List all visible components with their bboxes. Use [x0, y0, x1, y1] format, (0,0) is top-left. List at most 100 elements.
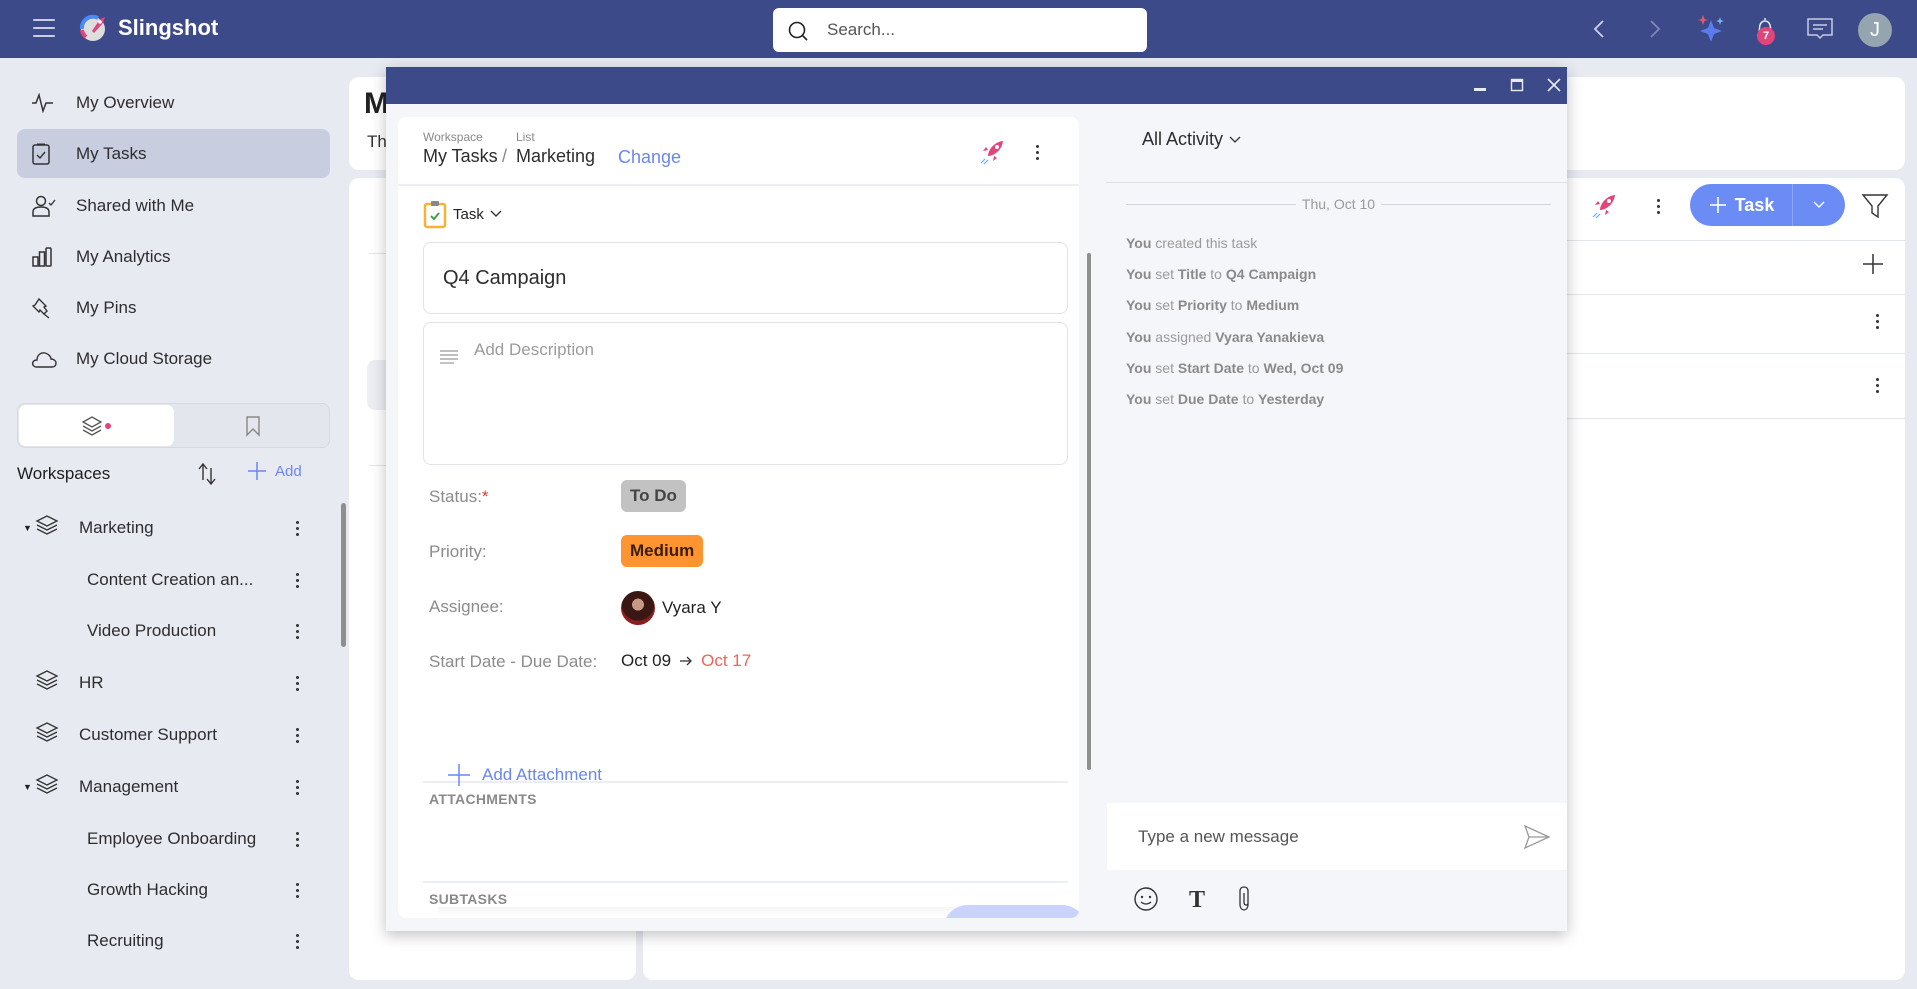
more-options-icon[interactable] [287, 570, 307, 590]
sidebar-item-shared-with-me[interactable]: Shared with Me [17, 181, 330, 230]
caret-down-icon[interactable]: ▼ [23, 523, 33, 533]
list-item-recruiting[interactable]: Recruiting [17, 919, 317, 963]
form-scrollbar[interactable] [1087, 253, 1091, 770]
list-item-content-creation[interactable]: Content Creation an... [17, 558, 317, 602]
sidebar-item-my-pins[interactable]: My Pins [17, 283, 330, 332]
more-options-icon[interactable] [287, 673, 307, 693]
search-box[interactable] [773, 8, 1147, 52]
add-workspace-button[interactable]: Add [247, 461, 302, 481]
emoji-icon[interactable] [1133, 886, 1159, 912]
priority-badge[interactable]: Medium [621, 535, 704, 567]
workspace-item-marketing[interactable]: ▼ Marketing [17, 506, 317, 550]
rocket-icon[interactable] [978, 138, 1006, 171]
back-icon[interactable] [1584, 14, 1614, 44]
list-value: Marketing [516, 146, 596, 166]
row-more-options-icon[interactable] [1867, 311, 1887, 331]
workspace-item-customer-support[interactable]: Customer Support [17, 713, 317, 757]
assignee-name: Vyara Y [662, 598, 722, 617]
description-field[interactable] [423, 322, 1068, 465]
activity-entry: You created this task [1126, 235, 1258, 251]
assignee-selector[interactable]: Vyara Y [621, 591, 722, 625]
workspace-value: My Tasks [423, 146, 498, 166]
search-input[interactable] [827, 8, 1127, 52]
list-item-growth-hacking[interactable]: Growth Hacking [17, 868, 317, 912]
attach-icon[interactable] [1237, 885, 1253, 913]
messages-icon[interactable] [1805, 14, 1835, 44]
message-toolbar: T [1133, 885, 1253, 913]
new-task-button[interactable]: Task [1690, 184, 1845, 226]
text-format-icon[interactable]: T [1187, 887, 1209, 911]
rocket-icon[interactable] [1590, 192, 1618, 225]
more-options-icon[interactable] [287, 829, 307, 849]
date-range[interactable]: Oct 09 Oct 17 [621, 651, 751, 671]
activity-filter-dropdown[interactable]: All Activity [1142, 129, 1241, 150]
layers-icon [35, 773, 61, 801]
list-item-video-production[interactable]: Video Production [17, 609, 317, 653]
bookmarks-tab[interactable] [176, 405, 329, 446]
more-options-icon[interactable] [287, 777, 307, 797]
row-more-options-icon[interactable] [1867, 375, 1887, 395]
sidebar-item-label: My Pins [76, 297, 137, 317]
filter-icon[interactable] [1861, 193, 1889, 224]
sidebar-item-my-analytics[interactable]: My Analytics [17, 232, 330, 281]
assignee-avatar [621, 591, 655, 625]
layers-icon [81, 415, 111, 436]
sidebar-item-my-overview[interactable]: My Overview [17, 78, 330, 127]
due-date[interactable]: Oct 17 [701, 651, 751, 671]
workspace-view-toggle [17, 403, 330, 448]
forward-icon[interactable] [1640, 14, 1670, 44]
caret-down-icon[interactable]: ▼ [23, 782, 33, 792]
task-type-select[interactable]: Task [423, 199, 502, 229]
sidebar-item-my-tasks[interactable]: My Tasks [17, 129, 330, 178]
more-options-icon[interactable] [287, 725, 307, 745]
sidebar-item-my-cloud-storage[interactable]: My Cloud Storage [17, 334, 330, 383]
message-input[interactable] [1138, 803, 1518, 870]
workspaces-tab[interactable] [19, 405, 174, 446]
attachments-title: ATTACHMENTS [429, 791, 537, 807]
more-options-icon[interactable] [287, 621, 307, 641]
notification-count-badge: 7 [1757, 27, 1775, 45]
more-options-icon[interactable] [287, 518, 307, 538]
layers-icon [35, 514, 61, 542]
dialog-titlebar[interactable] [386, 67, 1567, 104]
add-column-icon[interactable] [1862, 253, 1884, 280]
menu-icon[interactable] [33, 19, 55, 39]
minimize-icon[interactable] [1467, 73, 1493, 97]
message-composer [1107, 803, 1567, 870]
new-task-main[interactable]: Task [1690, 184, 1793, 226]
bookmark-icon [245, 415, 260, 437]
more-options-icon[interactable] [287, 931, 307, 951]
task-title-input[interactable] [423, 242, 1068, 314]
task-dialog: Workspace My Tasks / List Marketing Chan… [386, 67, 1567, 931]
send-icon[interactable] [1523, 824, 1551, 855]
add-attachment-button[interactable]: Add Attachment [447, 763, 602, 787]
more-options-icon[interactable] [287, 880, 307, 900]
maximize-icon[interactable] [1504, 73, 1530, 97]
user-avatar[interactable]: J [1858, 13, 1892, 47]
task-more-options-icon[interactable] [1027, 142, 1047, 162]
sidebar-scrollbar[interactable] [341, 503, 346, 647]
dates-label: Start Date - Due Date: [429, 652, 598, 671]
description-input[interactable] [474, 340, 1054, 450]
workspaces-title: Workspaces [17, 464, 111, 483]
plus-icon [248, 462, 266, 480]
start-date[interactable]: Oct 09 [621, 651, 671, 671]
clipboard-check-icon [31, 142, 61, 166]
sort-icon[interactable] [195, 462, 219, 491]
list-label: Recruiting [87, 931, 164, 950]
workspace-item-management[interactable]: ▼ Management [17, 765, 317, 809]
activity-entry: You assigned Vyara Yanakieva [1126, 329, 1325, 345]
close-icon[interactable] [1541, 73, 1567, 97]
workspaces-header: Workspaces Add [17, 458, 330, 488]
list-item-employee-onboarding[interactable]: Employee Onboarding [17, 817, 317, 861]
sidebar: My Overview My Tasks Shared with Me My A… [0, 58, 340, 989]
activity-entry: You set Priority to Medium [1126, 297, 1300, 313]
workspace-item-hr[interactable]: HR [17, 661, 317, 705]
ai-sparkle-icon[interactable] [1696, 14, 1726, 44]
chevron-down-icon[interactable] [1793, 184, 1845, 226]
update-button[interactable]: Update [943, 905, 1079, 918]
page-more-options-icon[interactable] [1648, 196, 1668, 216]
change-location-link[interactable]: Change [618, 147, 681, 168]
status-badge[interactable]: To Do [621, 480, 686, 512]
svg-text:T: T [1189, 887, 1205, 911]
